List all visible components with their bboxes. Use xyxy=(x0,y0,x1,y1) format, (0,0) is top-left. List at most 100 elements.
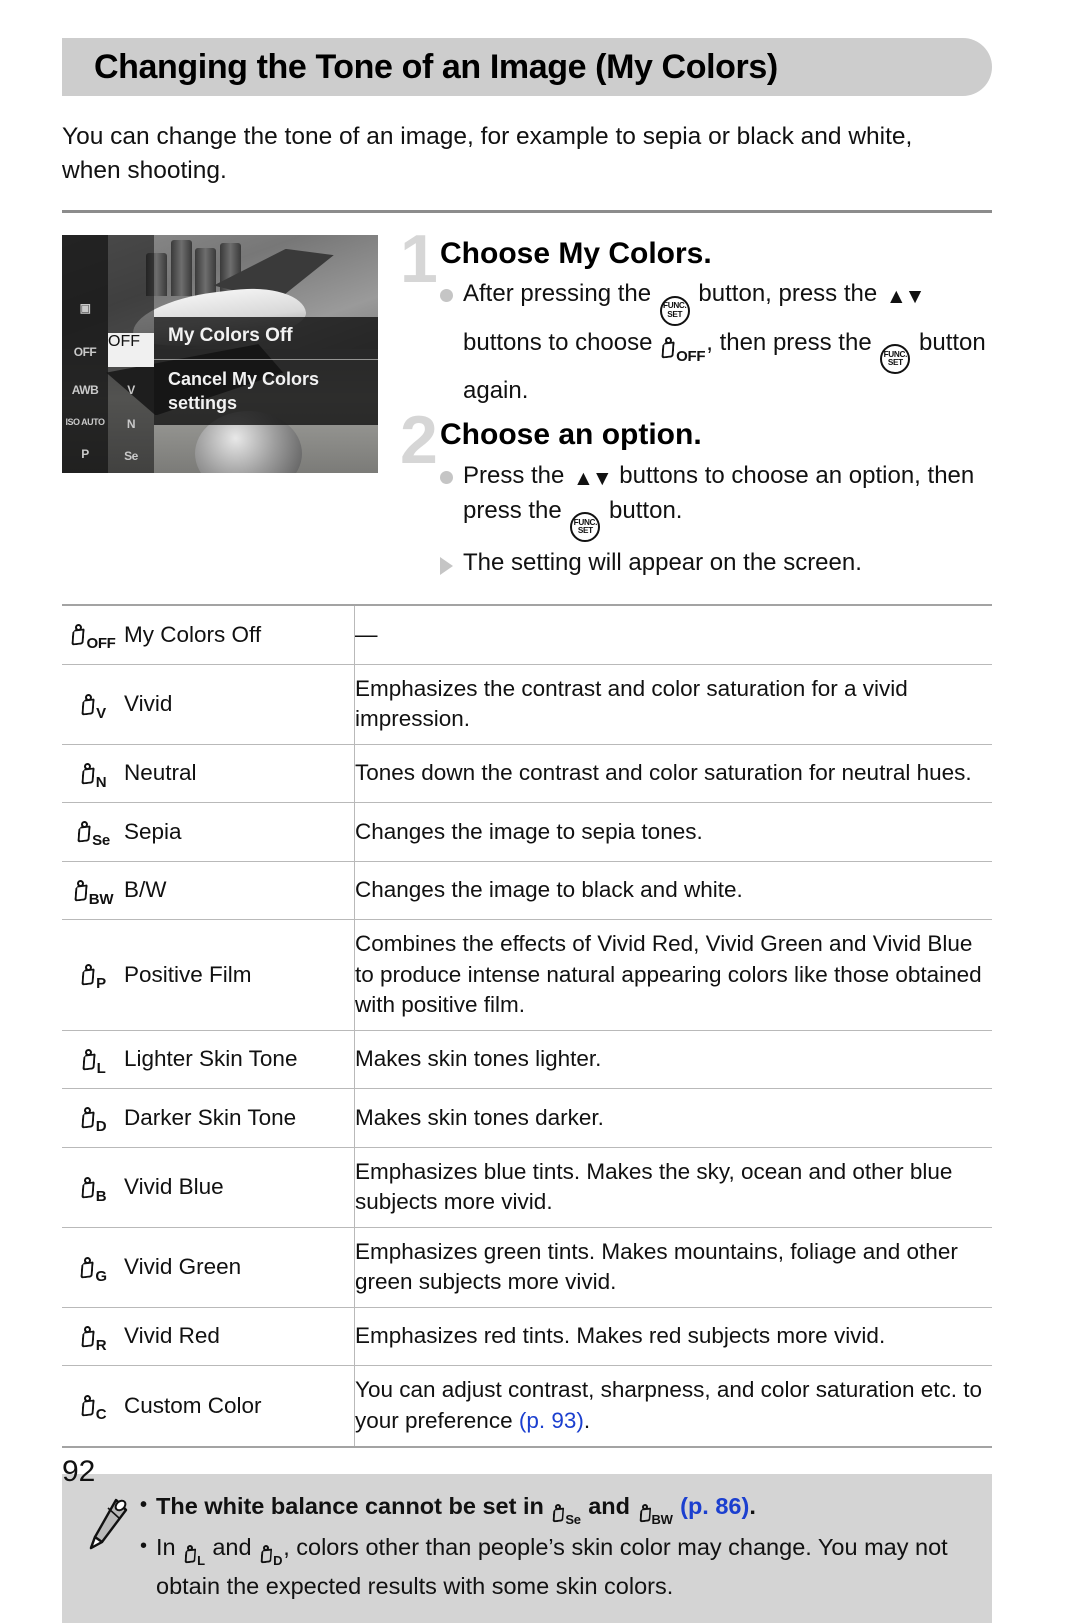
my-colors-icon-subscript: L xyxy=(197,1552,205,1568)
my-colors-bottle-icon xyxy=(80,694,97,718)
note-item: • In L and D, colors other than people’s … xyxy=(140,1531,974,1603)
my-colors-icon-se: Se xyxy=(551,1496,581,1529)
my-colors-bottle-icon xyxy=(259,1545,274,1566)
option-description-cell: Emphasizes blue tints. Makes the sky, oc… xyxy=(354,1146,992,1228)
option-description-cell: Makes skin tones lighter. xyxy=(354,1029,992,1090)
my-colors-icon-subscript: Se xyxy=(565,1511,581,1527)
bullet-dot-icon xyxy=(440,470,453,484)
option-icon-cell: OFF xyxy=(62,604,124,665)
my-colors-icon-subscript: OFF xyxy=(86,635,116,653)
step-bullet: The setting will appear on the screen. xyxy=(440,546,992,580)
my-colors-icon-subscript: G xyxy=(95,1267,107,1285)
my-colors-bottle-icon xyxy=(80,1177,97,1201)
option-description-cell: Changes the image to black and white. xyxy=(354,860,992,921)
option-name-cell: Neutral xyxy=(124,743,355,804)
my-colors-bottle-icon xyxy=(638,1504,653,1525)
my-colors-icon-off: OFF xyxy=(660,332,705,367)
step-1: 1 Choose My Colors. After pressing the FUN… xyxy=(400,225,992,409)
option-icon-cell: L xyxy=(62,1029,124,1090)
option-description-cell: Tones down the contrast and color satura… xyxy=(354,743,992,804)
my-colors-bottle-icon xyxy=(70,624,87,648)
my-colors-icon-subscript: Se xyxy=(92,832,110,850)
option-description-cell: Emphasizes the contrast and color satura… xyxy=(354,663,992,745)
step-bullet-list: Press the ▲▼ buttons to choose an option… xyxy=(440,459,992,580)
my-colors-icon-subscript: D xyxy=(273,1552,283,1568)
my-colors-icon-subscript: OFF xyxy=(676,347,706,365)
table-row: Se Sepia Changes the image to sepia tones. xyxy=(62,802,992,862)
note-item-text: The white balance cannot be set in Se an… xyxy=(156,1490,974,1529)
camera-option-sepia: Se xyxy=(124,448,138,463)
camera-left-item-whitebalance: AWB xyxy=(71,382,99,397)
my-colors-icon-l: L xyxy=(183,1537,205,1570)
my-colors-icon-n: N xyxy=(80,760,107,793)
my-colors-icon-subscript: V xyxy=(96,704,106,722)
my-colors-bottle-icon xyxy=(551,1504,566,1525)
my-colors-icon-subscript: R xyxy=(95,1337,107,1355)
my-colors-icon-subscript: C xyxy=(95,1406,107,1424)
option-name-cell: Lighter Skin Tone xyxy=(124,1029,355,1090)
up-down-buttons-icon: ▲▼ xyxy=(573,466,613,490)
step-bullet-list: After pressing the FUNC. SET button, pres… xyxy=(440,277,992,408)
camera-menu-subtitle: Cancel My Colors settings xyxy=(168,368,320,413)
table-row: G Vivid Green Emphasizes green tints. Make… xyxy=(62,1226,992,1309)
my-colors-icon-bw: BW xyxy=(73,877,114,910)
my-colors-icon-d: D xyxy=(259,1537,282,1570)
option-icon-cell: Se xyxy=(62,802,124,862)
step-number: 2 xyxy=(400,402,438,479)
page-reference-link[interactable]: (p. 86) xyxy=(680,1493,749,1519)
camera-func-left-column: ▣ OFF AWB ISO AUTO P xyxy=(62,234,108,473)
note-bullet-icon: • xyxy=(140,1534,148,1557)
bullet-dot-icon xyxy=(440,289,453,303)
table-row: OFF My Colors Off — xyxy=(62,604,992,665)
note-box: • The white balance cannot be set in Se a… xyxy=(62,1473,992,1623)
my-colors-bottle-icon xyxy=(76,821,93,845)
my-colors-icon-subscript: D xyxy=(95,1118,107,1136)
page-reference-link[interactable]: (p. 93) xyxy=(519,1408,584,1433)
option-name-cell: My Colors Off xyxy=(124,604,355,665)
option-description-cell: Combines the effects of Vivid Red, Vivid… xyxy=(354,919,992,1031)
camera-option-neutral: N xyxy=(126,416,136,431)
my-colors-icon-off: OFF xyxy=(70,621,115,654)
my-colors-icon-g: G xyxy=(79,1254,107,1287)
camera-menu-divider xyxy=(154,358,378,360)
my-colors-bottle-icon xyxy=(660,337,677,361)
step-bullet-text: Press the ▲▼ buttons to choose an option… xyxy=(463,459,992,543)
option-name-cell: Vivid xyxy=(124,663,355,745)
my-colors-icon-d: D xyxy=(80,1104,107,1137)
note-bullet-icon: • xyxy=(140,1493,148,1516)
option-icon-cell: D xyxy=(62,1088,124,1148)
manual-page: Changing the Tone of an Image (My Colors… xyxy=(62,0,992,1623)
my-colors-bottle-icon xyxy=(81,1049,98,1073)
camera-selected-option-highlight: OFF xyxy=(108,332,154,367)
my-colors-icon-subscript: BW xyxy=(651,1511,673,1527)
camera-left-item-mycolors: OFF xyxy=(73,344,97,359)
my-colors-icon-v: V xyxy=(80,691,106,724)
step-number: 1 xyxy=(400,220,438,297)
option-name-cell: Vivid Green xyxy=(124,1226,355,1309)
note-item: • The white balance cannot be set in Se a… xyxy=(140,1490,974,1529)
my-colors-icon-se: Se xyxy=(76,818,110,851)
steps-list: 1 Choose My Colors. After pressing the FUN… xyxy=(400,225,992,591)
table-row: L Lighter Skin Tone Makes skin tones light… xyxy=(62,1029,992,1090)
table-row: P Positive Film Combines the effects of Vi… xyxy=(62,919,992,1031)
option-name-cell: B/W xyxy=(124,860,355,921)
intro-paragraph: You can change the tone of an image, for… xyxy=(62,123,913,184)
option-icon-cell: P xyxy=(62,919,124,1031)
camera-left-item-metering: ▣ xyxy=(79,300,91,315)
my-colors-bottle-icon xyxy=(80,964,97,988)
camera-menu-title: My Colors Off xyxy=(168,324,293,346)
camera-selected-option-label: OFF xyxy=(108,332,140,350)
my-colors-bottle-icon xyxy=(80,1395,97,1419)
pencil-icon xyxy=(80,1494,136,1560)
my-colors-bottle-icon xyxy=(183,1545,198,1566)
option-name-cell: Sepia xyxy=(124,802,355,862)
step-title: Choose an option. xyxy=(440,418,702,452)
option-icon-cell: V xyxy=(62,663,124,745)
option-description-cell: — xyxy=(354,604,992,665)
step-bullet-text: The setting will appear on the screen. xyxy=(463,549,862,577)
note-item-list: • The white balance cannot be set in Se a… xyxy=(140,1490,974,1605)
my-colors-icon-subscript: P xyxy=(96,975,106,993)
my-colors-bottle-icon xyxy=(73,880,90,904)
option-name-cell: Vivid Blue xyxy=(124,1146,355,1228)
table-row: C Custom Color You can adjust contrast, sh… xyxy=(62,1365,992,1448)
